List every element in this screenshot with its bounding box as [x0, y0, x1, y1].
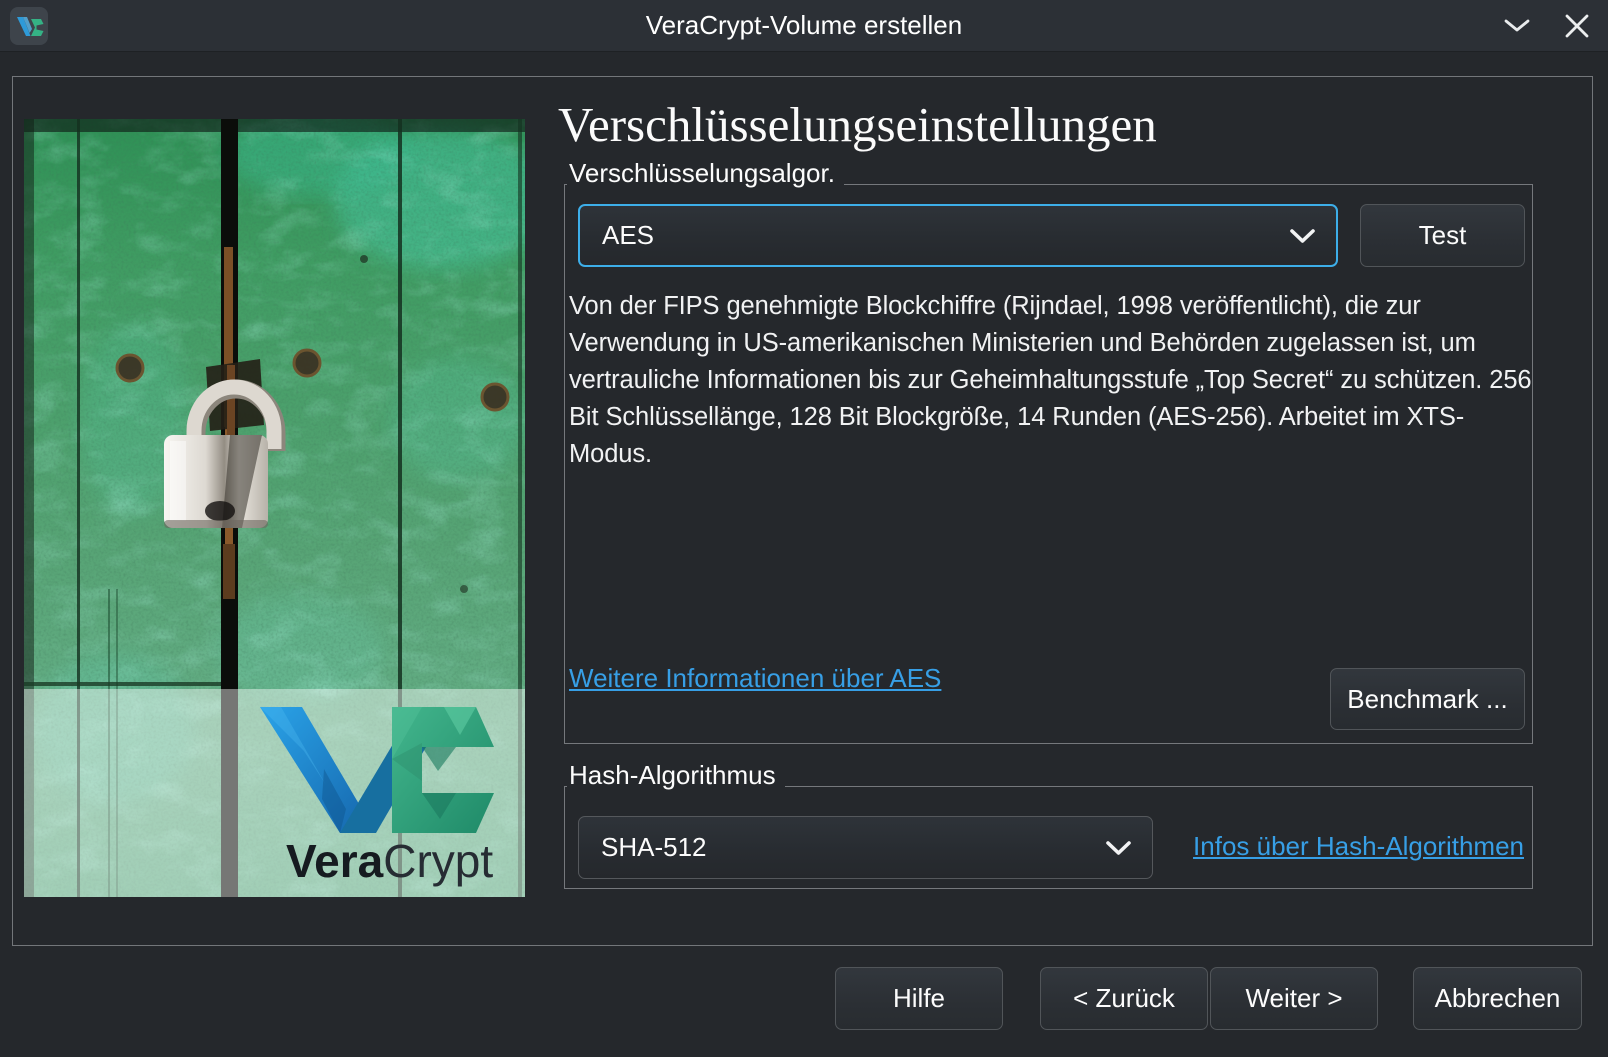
logo-text-bold: Vera [286, 835, 384, 887]
aes-info-link[interactable]: Weitere Informationen über AES [569, 663, 941, 694]
minimize-chevron-icon[interactable] [1500, 9, 1534, 43]
hash-group-legend: Hash-Algorithmus [567, 760, 785, 790]
svg-text:VeraCrypt: VeraCrypt [286, 835, 493, 887]
test-button[interactable]: Test [1360, 204, 1525, 267]
logo-text-light: Crypt [383, 835, 493, 887]
veracrypt-app-icon [10, 7, 48, 45]
next-button[interactable]: Weiter > [1210, 967, 1378, 1030]
hash-algorithm-select[interactable]: SHA-512 [578, 816, 1153, 879]
encryption-group-legend: Verschlüsselungsalgor. [567, 158, 844, 188]
encryption-algorithm-value: AES [602, 220, 1289, 251]
veracrypt-brand-image: VeraCrypt [24, 119, 525, 897]
encryption-algorithm-select[interactable]: AES [578, 204, 1338, 267]
hash-algorithm-value: SHA-512 [601, 832, 1105, 863]
page-title: Verschlüsselungseinstellungen [558, 98, 1538, 153]
veracrypt-wizard-window: VeraCrypt-Volume erstellen [0, 0, 1608, 1057]
hash-info-link[interactable]: Infos über Hash-Algorithmen [1193, 831, 1524, 862]
hash-algorithm-group: Hash-Algorithmus SHA-512 Infos über Hash… [564, 786, 1533, 889]
window-title: VeraCrypt-Volume erstellen [646, 10, 962, 41]
benchmark-button[interactable]: Benchmark ... [1330, 668, 1525, 730]
cancel-button[interactable]: Abbrechen [1413, 967, 1582, 1030]
chevron-down-icon [1289, 228, 1316, 244]
algorithm-description: Von der FIPS genehmigte Blockchiffre (Ri… [569, 288, 1547, 473]
encryption-algorithm-group: Verschlüsselungsalgor. AES Test Von der … [564, 184, 1533, 744]
back-button[interactable]: < Zurück [1040, 967, 1208, 1030]
chevron-down-icon [1105, 840, 1132, 856]
help-button[interactable]: Hilfe [835, 967, 1003, 1030]
close-icon[interactable] [1560, 9, 1594, 43]
titlebar[interactable]: VeraCrypt-Volume erstellen [0, 0, 1608, 52]
